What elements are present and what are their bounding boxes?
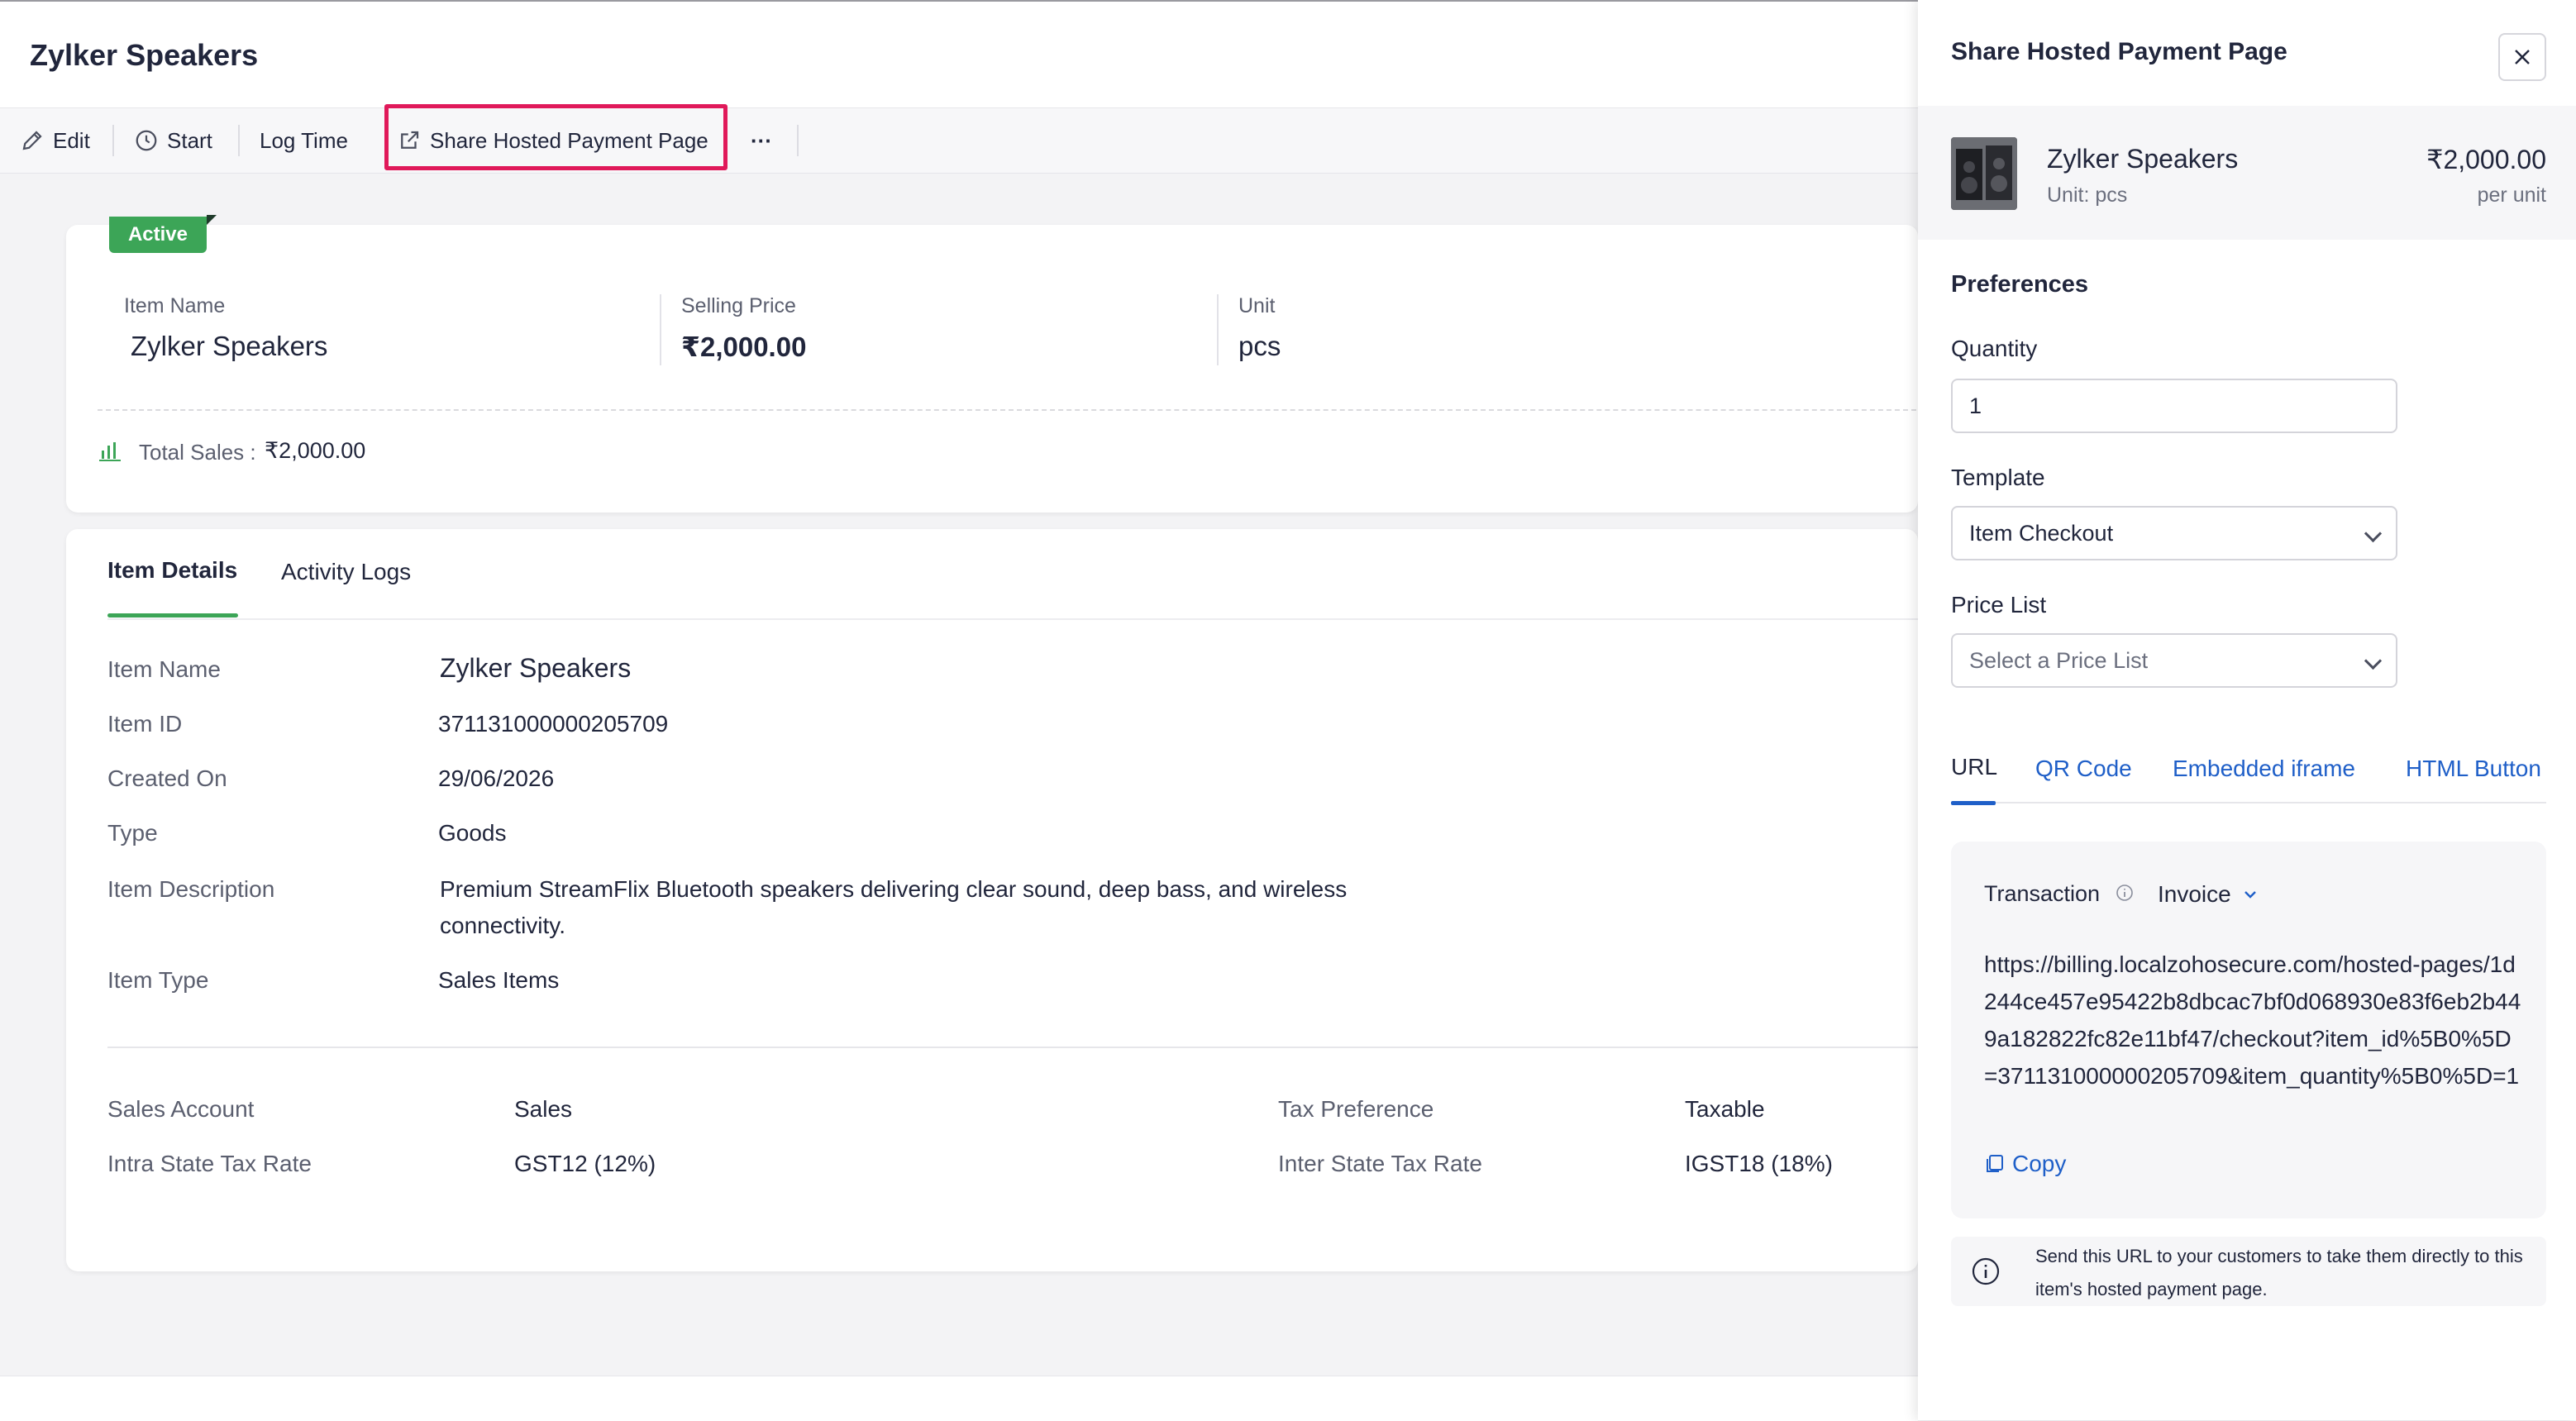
detail-label-created-on: Created On (107, 765, 227, 791)
inter-state-tax-value: IGST18 (18%) (1685, 1151, 1833, 1176)
transaction-type-value: Invoice (2158, 881, 2231, 907)
copy-url-button[interactable]: Copy (1984, 1151, 2066, 1177)
close-icon (2515, 50, 2530, 64)
tax-preference-label: Tax Preference (1278, 1096, 1434, 1122)
toolbar: Edit Start Log Time Share Hosted Payment… (0, 108, 1918, 174)
price-list-placeholder: Select a Price List (1969, 647, 2149, 673)
log-time-button[interactable]: Log Time (260, 108, 348, 173)
detail-label-description: Item Description (107, 876, 275, 902)
start-timer-button[interactable]: Start (134, 108, 212, 173)
template-select[interactable]: Item Checkout (1951, 506, 2397, 560)
drawer-item-price: ₹2,000.00 (2426, 145, 2546, 174)
copy-icon (1987, 1155, 2003, 1172)
item-name-value: Zylker Speakers (131, 331, 328, 361)
drawer-per-unit: per unit (2477, 184, 2546, 207)
summary-divider (1217, 294, 1219, 365)
chevron-down-icon (2364, 524, 2383, 543)
quantity-input[interactable]: 1 (1951, 379, 2397, 433)
summary-divider (660, 294, 661, 365)
tab-url[interactable]: URL (1951, 754, 1997, 780)
edit-button[interactable]: Edit (20, 108, 90, 173)
more-icon: ··· (751, 127, 772, 153)
drawer-tabs-baseline (1951, 802, 2546, 803)
detail-value-description-line2: connectivity. (440, 913, 565, 938)
preferences-heading: Preferences (1951, 271, 2089, 298)
detail-label-item-name: Item Name (107, 656, 221, 682)
selling-price-value: ₹2,000.00 (681, 331, 807, 362)
page-header: Zylker Speakers (0, 2, 1918, 108)
detail-label-item-type: Item Type (107, 967, 209, 993)
start-label: Start (167, 127, 212, 153)
intra-state-tax-value: GST12 (12%) (514, 1151, 656, 1176)
transaction-label: Transaction (1984, 881, 2101, 906)
details-divider (107, 1047, 1918, 1048)
unit-label: Unit (1238, 294, 1276, 317)
tabs-baseline (107, 618, 1918, 620)
copy-label: Copy (2012, 1151, 2067, 1176)
drawer-item-unit: Unit: pcs (2047, 184, 2128, 207)
toolbar-divider (112, 125, 114, 156)
selling-price-label: Selling Price (681, 294, 796, 317)
transaction-type-dropdown[interactable]: Invoice (2158, 876, 2258, 913)
tab-qr-code[interactable]: QR Code (2035, 756, 2132, 782)
status-badge: Active (109, 217, 207, 253)
detail-value-description: Premium StreamFlix Bluetooth speakers de… (440, 876, 1348, 902)
detail-label-item-id: Item ID (107, 711, 183, 737)
bar-chart-icon (99, 442, 121, 461)
clock-icon (136, 130, 157, 151)
total-sales-label: Total Sales : (139, 440, 256, 465)
unit-value: pcs (1238, 331, 1281, 361)
tax-preference-value: Taxable (1685, 1096, 1765, 1122)
tab-item-details[interactable]: Item Details (107, 557, 237, 584)
close-button[interactable] (2498, 33, 2546, 81)
active-tab-indicator (107, 613, 238, 618)
detail-value-type: Goods (438, 820, 507, 846)
summary-dashed-divider (98, 409, 1916, 411)
detail-label-type: Type (107, 820, 158, 846)
item-thumbnail (1951, 137, 2017, 210)
tab-embedded-iframe[interactable]: Embedded iframe (2173, 756, 2355, 782)
page-title: Zylker Speakers (30, 38, 259, 72)
chevron-down-icon (2364, 651, 2383, 670)
item-summary-card (66, 225, 1918, 513)
inter-state-tax-label: Inter State Tax Rate (1278, 1151, 1482, 1176)
info-icon (1972, 1257, 2000, 1285)
chevron-down-icon (2244, 891, 2256, 899)
pencil-icon (22, 131, 42, 150)
toolbar-divider (797, 125, 799, 156)
log-time-label: Log Time (260, 127, 348, 153)
detail-value-item-type: Sales Items (438, 967, 560, 993)
info-circle-icon (2116, 885, 2133, 901)
template-label: Template (1951, 465, 2045, 490)
share-button-highlight (384, 104, 727, 170)
template-value: Item Checkout (1969, 520, 2114, 546)
footer-strip (0, 1376, 1918, 1421)
drawer-item-name: Zylker Speakers (2047, 144, 2239, 174)
total-sales-value: ₹2,000.00 (265, 438, 366, 463)
hosted-page-url: https://billing.localzohosecure.com/host… (1984, 951, 2521, 1089)
detail-value-item-name: Zylker Speakers (440, 653, 632, 683)
quantity-label: Quantity (1951, 336, 2038, 361)
active-drawer-tab-indicator (1951, 801, 1996, 805)
drawer-title: Share Hosted Payment Page (1951, 38, 2287, 65)
detail-value-created-on: 29/06/2026 (438, 765, 555, 791)
intra-state-tax-label: Intra State Tax Rate (107, 1151, 312, 1176)
speaker-image-icon (1951, 137, 2017, 210)
item-name-label: Item Name (124, 294, 226, 317)
sales-account-label: Sales Account (107, 1096, 255, 1122)
more-options-button[interactable]: ··· (751, 108, 772, 173)
edit-label: Edit (53, 127, 90, 153)
tab-activity-logs[interactable]: Activity Logs (281, 559, 411, 585)
info-notice-text: Send this URL to your customers to take … (2035, 1246, 2523, 1299)
quantity-value: 1 (1969, 393, 1982, 418)
price-list-select[interactable]: Select a Price List (1951, 633, 2397, 688)
detail-value-item-id: 371131000000205709 (438, 711, 669, 737)
tab-html-button[interactable]: HTML Button (2406, 756, 2541, 782)
toolbar-divider (238, 125, 240, 156)
sales-account-value: Sales (514, 1096, 573, 1122)
price-list-label: Price List (1951, 592, 2047, 618)
badge-fold (207, 215, 217, 225)
